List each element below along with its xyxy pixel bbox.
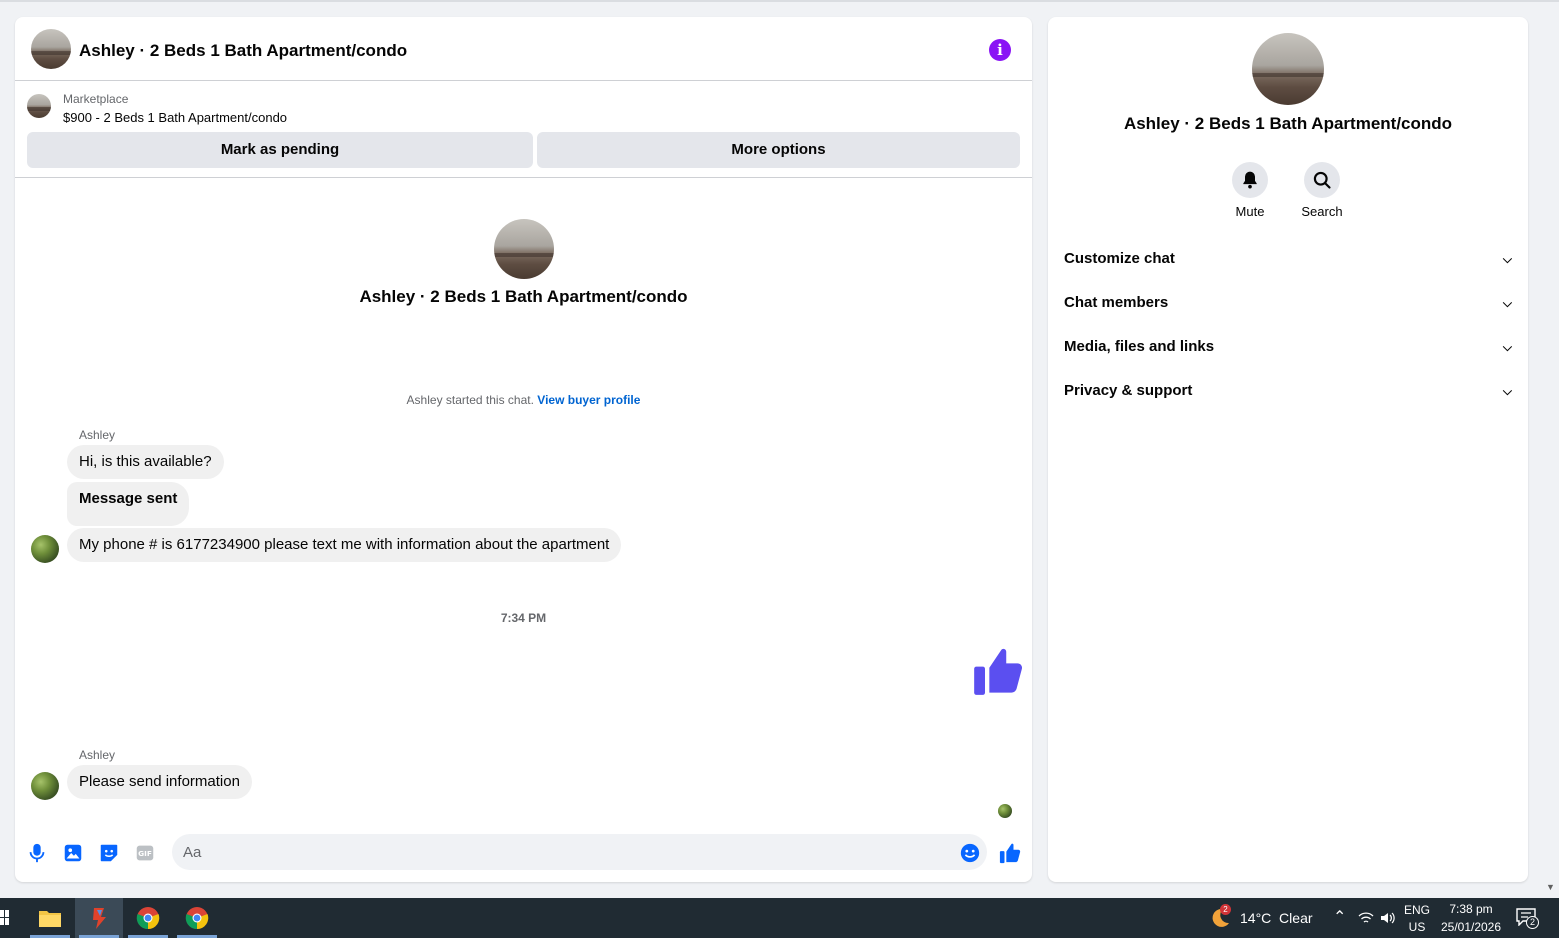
chevron-down-icon: ⌵ — [1502, 252, 1512, 266]
search-label: Search — [1301, 204, 1343, 219]
svg-text:GIF: GIF — [138, 849, 152, 858]
sender-avatar[interactable] — [31, 772, 59, 800]
message-composer: GIF — [15, 832, 1032, 876]
details-title: Ashley · 2 Beds 1 Bath Apartment/condo — [1123, 114, 1453, 133]
weather-alert-badge: 2 — [1220, 904, 1231, 915]
chevron-down-icon: ⌵ — [1502, 340, 1512, 354]
chat-title[interactable]: Ashley · 2 Beds 1 Bath Apartment/condo — [79, 41, 407, 61]
section-label: Media, files and links — [1064, 338, 1215, 355]
weather-text[interactable]: 14°C Clear — [1240, 910, 1313, 926]
photo-icon[interactable] — [62, 842, 84, 864]
chrome-icon — [136, 907, 160, 930]
chevron-down-icon: ⌵ — [1502, 384, 1512, 398]
details-avatar[interactable] — [1252, 33, 1324, 105]
message-input[interactable] — [172, 834, 987, 870]
file-explorer-taskbar-button[interactable] — [26, 898, 74, 938]
active-app-taskbar-button[interactable] — [75, 898, 123, 938]
seen-indicator-avatar — [998, 804, 1012, 818]
info-icon[interactable]: i — [989, 39, 1011, 61]
listing-title-link[interactable]: $900 - 2 Beds 1 Bath Apartment/condo — [63, 110, 287, 125]
view-buyer-profile-link[interactable]: View buyer profile — [537, 393, 640, 407]
listing-thumbnail[interactable] — [27, 94, 51, 118]
message-timestamp: 7:34 PM — [500, 611, 547, 625]
chrome-taskbar-button[interactable] — [124, 898, 172, 938]
emoji-icon[interactable] — [959, 842, 981, 864]
windows-taskbar: 2 14°C Clear ⌃ ENG US 7:38 pm 25/01/2026… — [0, 898, 1559, 938]
sender-avatar[interactable] — [31, 535, 59, 563]
keyboard-layout-indicator[interactable]: US — [1403, 920, 1431, 934]
start-icon[interactable] — [0, 910, 10, 926]
message-bubble[interactable]: Hi, is this available? — [67, 445, 224, 479]
message-bubble[interactable]: Please send information — [67, 765, 252, 799]
intro-avatar[interactable] — [494, 219, 554, 279]
speaker-icon[interactable] — [1379, 910, 1395, 926]
chevron-up-icon[interactable]: ⌃ — [1333, 907, 1346, 927]
clock-date[interactable]: 25/01/2026 — [1438, 920, 1504, 934]
mute-label: Mute — [1235, 204, 1265, 219]
chat-header: Ashley · 2 Beds 1 Bath Apartment/condo i — [15, 17, 1032, 81]
app-icon — [93, 908, 106, 929]
notification-center[interactable]: 2 — [1516, 908, 1540, 930]
marketplace-banner: Marketplace $900 - 2 Beds 1 Bath Apartme… — [15, 82, 1032, 178]
more-options-button[interactable]: More options — [537, 132, 1020, 168]
chevron-down-icon: ⌵ — [1502, 296, 1512, 310]
media-files-links-section[interactable]: Media, files and links ⌵ — [1064, 329, 1512, 365]
sender-name: Ashley — [79, 428, 116, 442]
clock-time[interactable]: 7:38 pm — [1438, 902, 1504, 916]
mark-as-pending-button[interactable]: Mark as pending — [27, 132, 533, 168]
chat-members-section[interactable]: Chat members ⌵ — [1064, 285, 1512, 321]
marketplace-label: Marketplace — [63, 92, 129, 106]
scrollbar-down-arrow-icon[interactable]: ▼ — [1546, 882, 1555, 892]
customize-chat-section[interactable]: Customize chat ⌵ — [1064, 241, 1512, 277]
search-icon — [1313, 171, 1331, 189]
wifi-icon[interactable] — [1358, 910, 1374, 926]
message-bubble[interactable]: My phone # is 6177234900 please text me … — [67, 528, 622, 562]
browser-top-edge — [0, 0, 1559, 2]
thumbs-up-sticker-icon[interactable] — [972, 645, 1024, 697]
section-label: Chat members — [1064, 294, 1169, 311]
section-label: Privacy & support — [1064, 382, 1193, 399]
privacy-support-section[interactable]: Privacy & support ⌵ — [1064, 373, 1512, 409]
gif-icon[interactable]: GIF — [134, 842, 156, 864]
weather-widget[interactable]: 2 — [1208, 904, 1232, 930]
bell-icon — [1243, 171, 1257, 189]
intro-title: Ashley · 2 Beds 1 Bath Apartment/condo — [359, 287, 688, 306]
search-action[interactable]: Search — [1292, 162, 1352, 219]
sticker-icon[interactable] — [98, 842, 120, 864]
sender-name: Ashley — [79, 748, 116, 762]
notification-count-badge: 2 — [1526, 916, 1539, 929]
chrome-icon — [185, 907, 209, 930]
message-bubble[interactable]: Message sent — [67, 482, 190, 526]
send-like-icon[interactable] — [999, 842, 1021, 864]
language-indicator[interactable]: ENG — [1403, 903, 1431, 917]
chat-started-notice: Ashley started this chat. View buyer pro… — [15, 393, 1032, 407]
chrome-profile-taskbar-button[interactable] — [173, 898, 221, 938]
microphone-icon[interactable] — [26, 842, 48, 864]
chat-panel: Ashley · 2 Beds 1 Bath Apartment/condo i… — [15, 17, 1032, 882]
chat-details-panel: Ashley · 2 Beds 1 Bath Apartment/condo M… — [1048, 17, 1528, 882]
started-text: Ashley started this chat. — [406, 393, 534, 407]
listing-avatar[interactable] — [31, 29, 71, 69]
folder-icon — [39, 911, 61, 927]
section-label: Customize chat — [1064, 250, 1175, 267]
mute-action[interactable]: Mute — [1220, 162, 1280, 219]
